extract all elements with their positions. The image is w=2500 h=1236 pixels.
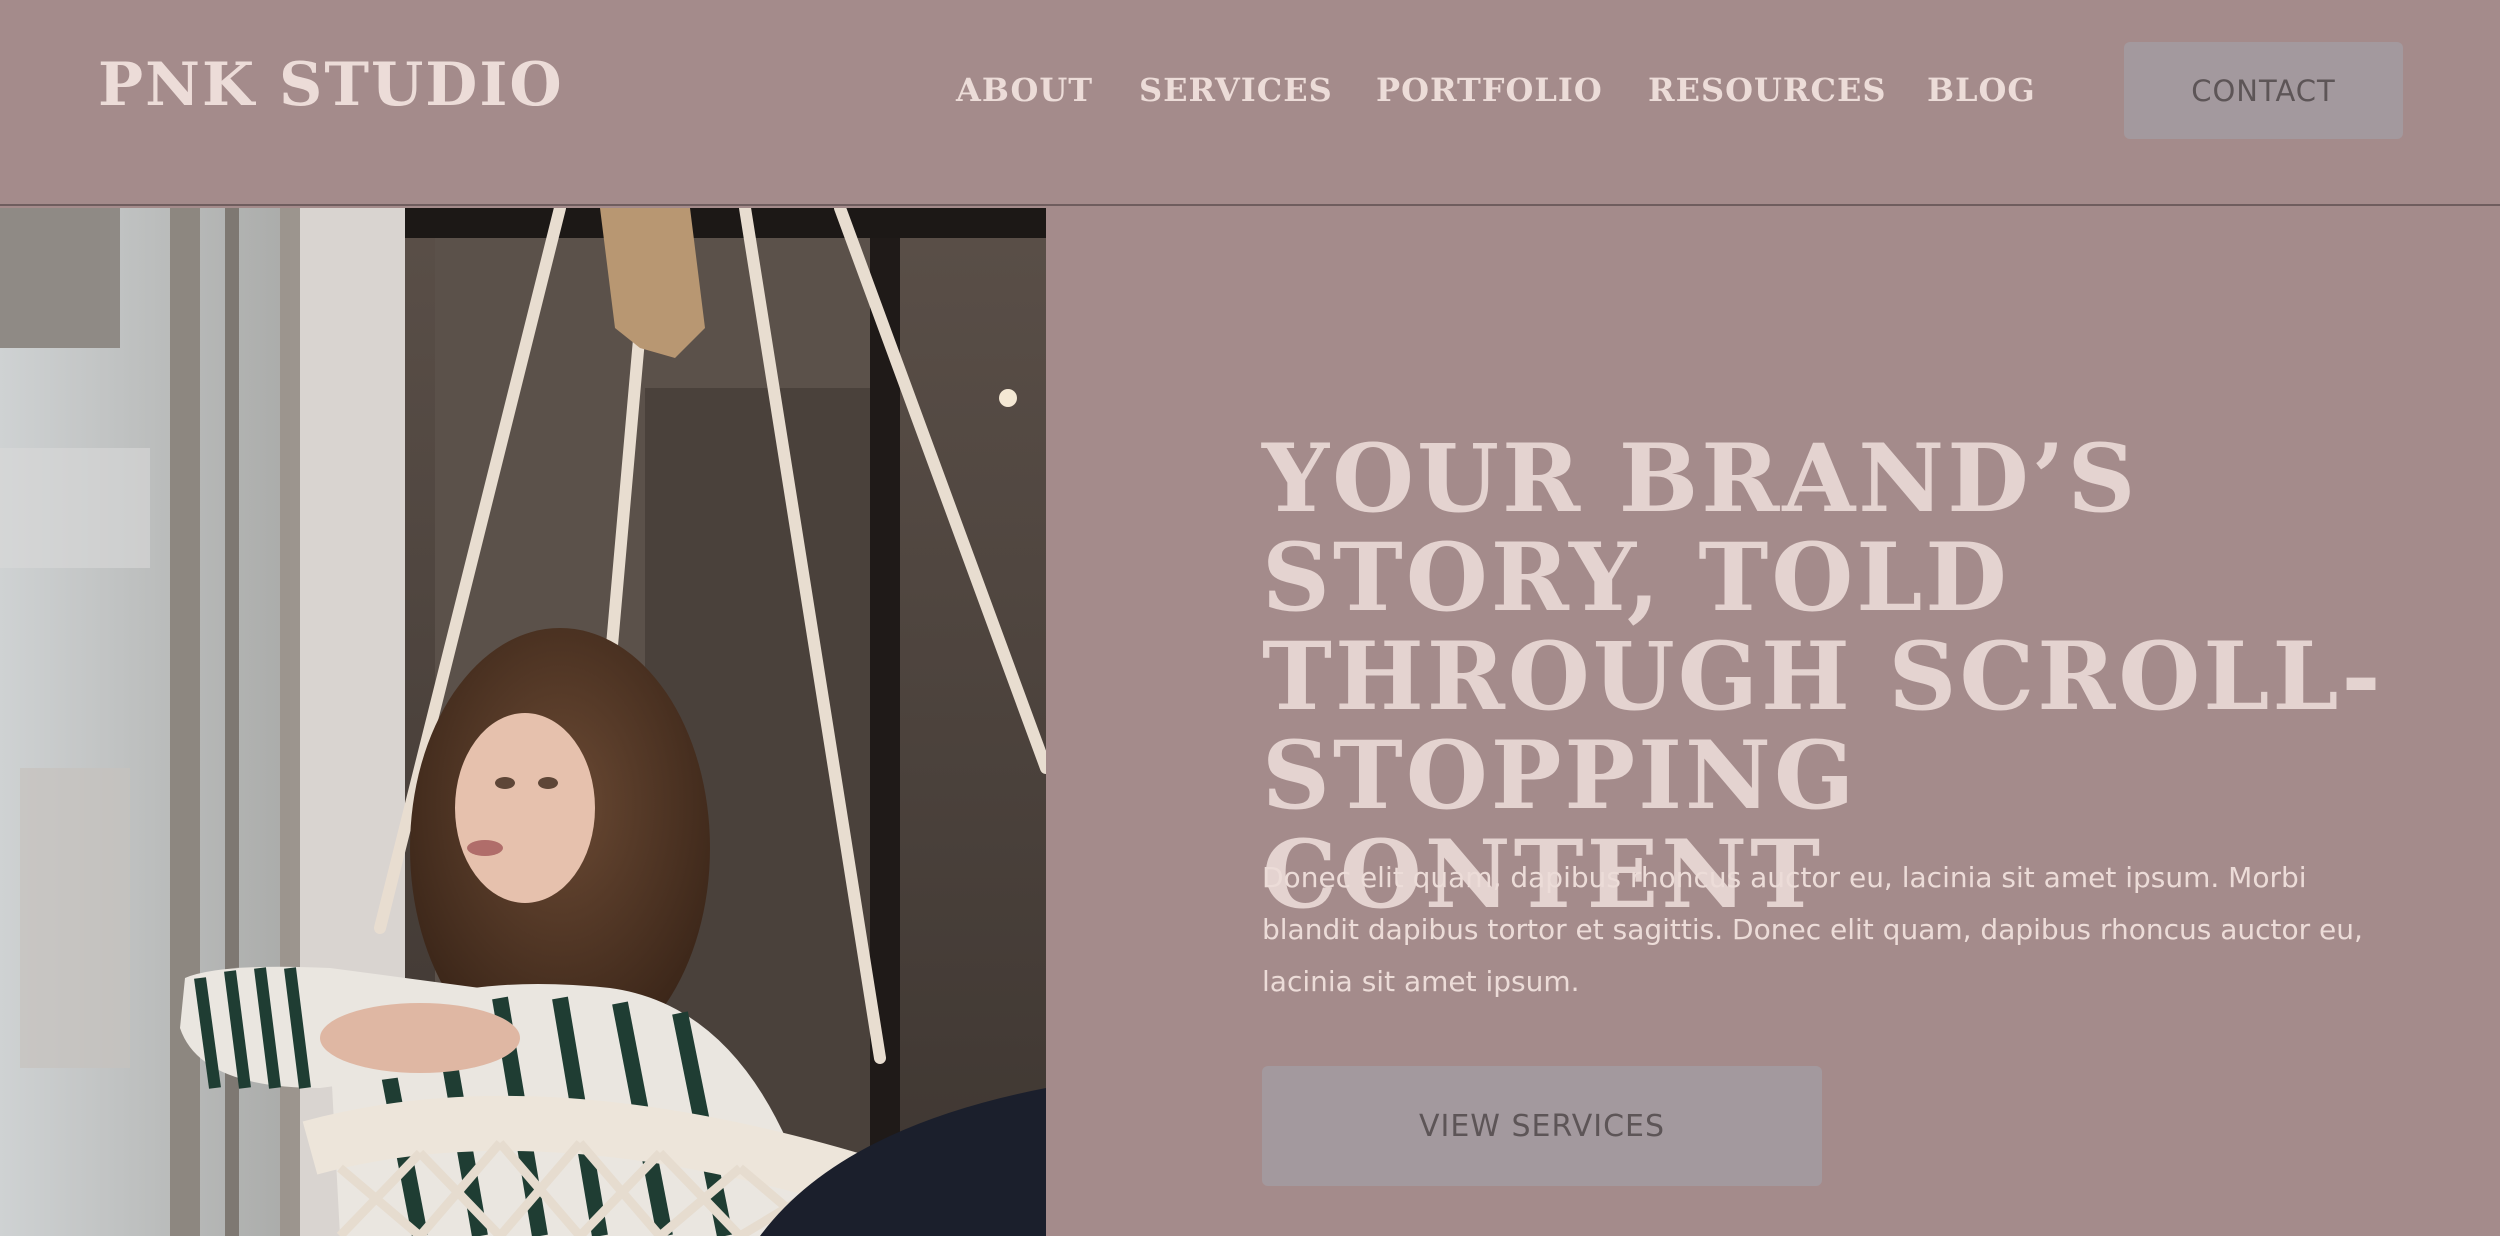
nav-blog[interactable]: BLOG — [1927, 70, 2036, 110]
nav-resources[interactable]: RESOURCES — [1648, 70, 1886, 110]
contact-button[interactable]: CONTACT — [2124, 42, 2403, 139]
hero-title: YOUR BRAND’S STORY, TOLD THROUGH SCROLL-… — [1262, 424, 2384, 930]
site-logo[interactable]: PNK STUDIO — [98, 50, 564, 120]
nav-portfolio[interactable]: PORTFOLIO — [1376, 70, 1603, 110]
nav-services[interactable]: SERVICES — [1139, 70, 1333, 110]
site-header: PNK STUDIO ABOUT SERVICES PORTFOLIO RESO… — [0, 0, 2500, 206]
view-services-button[interactable]: VIEW SERVICES — [1262, 1066, 1822, 1186]
hero-description: Donec elit quam, dapibus rhoncus auctor … — [1262, 861, 2363, 998]
hero-photo — [0, 208, 1046, 1236]
nav-about[interactable]: ABOUT — [956, 70, 1093, 110]
